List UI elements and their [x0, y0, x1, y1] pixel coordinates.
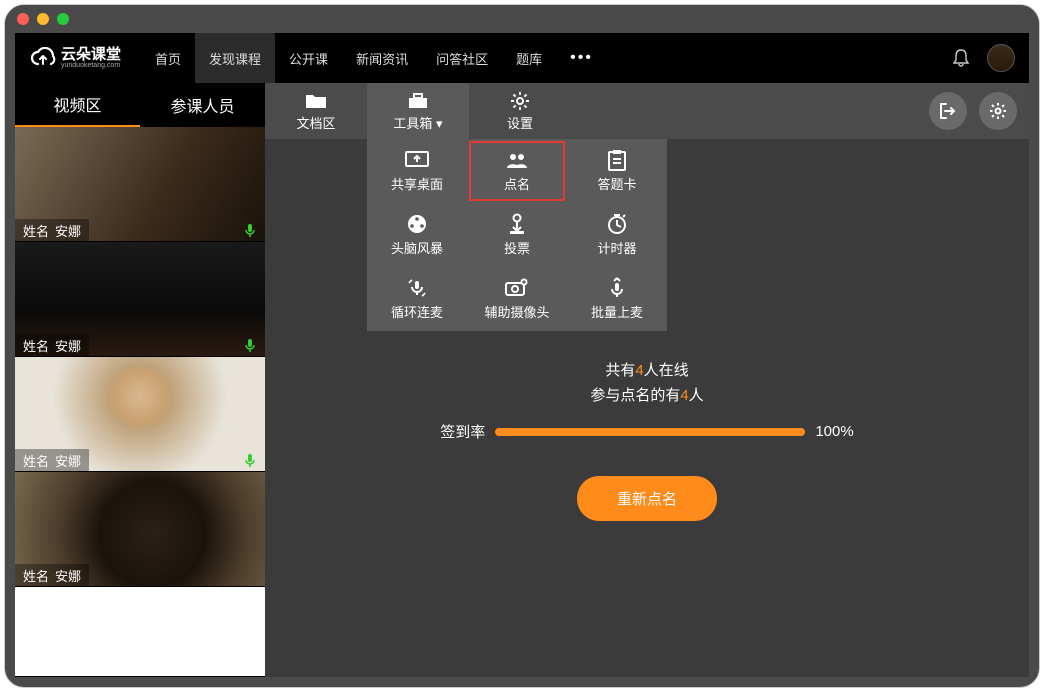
sidebar: 视频区 参课人员 姓名 安娜 [15, 83, 265, 677]
window-titlebar [5, 5, 1039, 33]
checkin-percent: 100% [815, 423, 853, 440]
tool-brainstorm[interactable]: 头脑风暴 [367, 203, 467, 267]
nav-bank[interactable]: 题库 [502, 33, 556, 83]
nav-more[interactable]: ••• [556, 33, 607, 83]
notifications-button[interactable] [947, 44, 975, 72]
loop-mic-icon [406, 277, 428, 299]
video-tile[interactable] [15, 587, 265, 677]
re-rollcall-button[interactable]: 重新点名 [577, 476, 717, 521]
tool-share-desktop[interactable]: 共享桌面 [367, 139, 467, 203]
participant-name: 安娜 [55, 566, 81, 585]
mic-toggle[interactable] [243, 223, 259, 239]
nav-items: 首页 发现课程 公开课 新闻资讯 问答社区 题库 ••• [141, 33, 607, 83]
settings-button[interactable]: 设置 [469, 83, 571, 139]
gear-icon [510, 91, 530, 111]
logo-text: 云朵课堂 [61, 47, 121, 62]
doc-area-label: 文档区 [296, 113, 335, 132]
checkin-rate-label: 签到率 [440, 421, 485, 442]
vote-icon [507, 213, 527, 235]
tool-roll-call[interactable]: 点名 [467, 139, 567, 203]
toolbox-button[interactable]: 工具箱 ▾ [367, 83, 469, 139]
top-nav: 云朵课堂 yunduoketang.com 首页 发现课程 公开课 新闻资讯 问… [15, 33, 1029, 83]
nav-home[interactable]: 首页 [141, 33, 195, 83]
bell-icon [952, 48, 970, 68]
settings-label: 设置 [507, 113, 533, 132]
toolbox-label: 工具箱 [393, 116, 432, 131]
cloud-logo-icon [29, 47, 57, 69]
participant-label: 姓名 [23, 451, 49, 470]
timer-icon [606, 213, 628, 235]
mic-toggle[interactable] [243, 338, 259, 354]
settings-gear-button[interactable] [979, 92, 1017, 130]
rollcall-panel: 共有4人在线 参与点名的有4人 签到率 100% 重新点名 [265, 359, 1029, 521]
nav-public[interactable]: 公开课 [275, 33, 342, 83]
window-minimize-dot[interactable] [37, 13, 49, 25]
people-icon [505, 151, 529, 169]
participant-label: 姓名 [23, 336, 49, 355]
nav-discover[interactable]: 发现课程 [195, 33, 275, 83]
tool-loop-mic[interactable]: 循环连麦 [367, 267, 467, 331]
logo-subtext: yunduoketang.com [61, 62, 121, 69]
checkin-progress-bar [495, 428, 805, 436]
mic-up-icon [607, 277, 627, 299]
tool-aux-camera[interactable]: 辅助摄像头 [467, 267, 567, 331]
profile-avatar[interactable] [987, 44, 1015, 72]
participated-count-text: 参与点名的有4人 [590, 384, 703, 405]
mic-icon [243, 453, 257, 469]
participant-name: 安娜 [55, 336, 81, 355]
online-count-text: 共有4人在线 [605, 359, 688, 380]
exit-icon [939, 102, 957, 120]
camera-plus-icon [505, 278, 529, 298]
doc-area-button[interactable]: 文档区 [265, 83, 367, 139]
nav-news[interactable]: 新闻资讯 [342, 33, 422, 83]
video-tile[interactable]: 姓名 安娜 [15, 127, 265, 242]
participant-name: 安娜 [55, 451, 81, 470]
video-tile[interactable]: 姓名 安娜 [15, 357, 265, 472]
logo[interactable]: 云朵课堂 yunduoketang.com [29, 47, 121, 69]
main-area: 文档区 工具箱 ▾ 设置 [265, 83, 1029, 677]
exit-button[interactable] [929, 92, 967, 130]
mic-icon [243, 223, 257, 239]
toolbox-dropdown: 共享桌面 点名 答题卡 头脑风暴 [367, 139, 667, 331]
tool-answer-card[interactable]: 答题卡 [567, 139, 667, 203]
tool-timer[interactable]: 计时器 [567, 203, 667, 267]
mic-toggle[interactable] [243, 453, 259, 469]
tool-batch-mic[interactable]: 批量上麦 [567, 267, 667, 331]
tab-participants[interactable]: 参课人员 [140, 83, 265, 127]
clipboard-icon [607, 149, 627, 171]
tool-vote[interactable]: 投票 [467, 203, 567, 267]
participant-name: 安娜 [55, 221, 81, 240]
toolbox-icon [407, 92, 429, 110]
screen-share-icon [405, 151, 429, 169]
video-list: 姓名 安娜 姓名 安娜 [15, 127, 265, 677]
film-reel-icon [406, 213, 428, 235]
caret-down-icon: ▾ [436, 116, 443, 131]
mic-icon [243, 338, 257, 354]
gear-icon [989, 102, 1007, 120]
nav-qa[interactable]: 问答社区 [422, 33, 502, 83]
video-tile[interactable]: 姓名 安娜 [15, 472, 265, 587]
window-close-dot[interactable] [17, 13, 29, 25]
video-tile[interactable]: 姓名 安娜 [15, 242, 265, 357]
main-toolbar: 文档区 工具箱 ▾ 设置 [265, 83, 1029, 139]
participant-label: 姓名 [23, 221, 49, 240]
participant-label: 姓名 [23, 566, 49, 585]
folder-icon [305, 92, 327, 110]
window-maximize-dot[interactable] [57, 13, 69, 25]
tab-video-area[interactable]: 视频区 [15, 83, 140, 127]
